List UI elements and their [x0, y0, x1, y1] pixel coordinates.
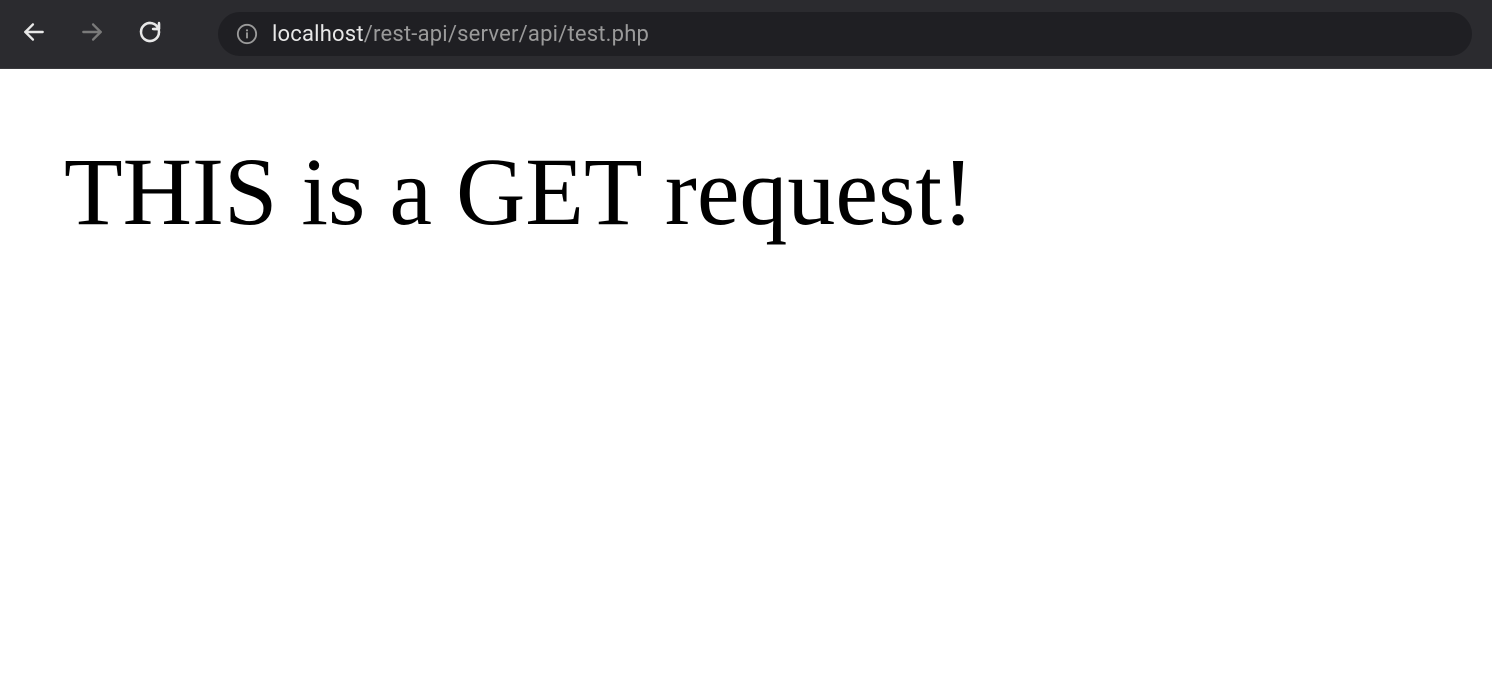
site-info-icon[interactable]	[236, 23, 258, 45]
browser-toolbar: localhost/rest-api/server/api/test.php	[0, 0, 1492, 69]
page-heading: THIS is a GET request!	[64, 137, 1428, 247]
url-display[interactable]: localhost/rest-api/server/api/test.php	[272, 22, 649, 47]
url-path: /rest-api/server/api/test.php	[364, 22, 649, 47]
url-host: localhost	[272, 22, 364, 47]
page-content: THIS is a GET request!	[0, 69, 1492, 315]
arrow-left-icon	[21, 19, 47, 49]
back-button[interactable]	[20, 20, 48, 48]
address-bar[interactable]: localhost/rest-api/server/api/test.php	[218, 12, 1472, 56]
reload-icon	[138, 20, 162, 48]
arrow-right-icon	[79, 19, 105, 49]
reload-button[interactable]	[136, 20, 164, 48]
forward-button[interactable]	[78, 20, 106, 48]
nav-controls	[20, 20, 164, 48]
